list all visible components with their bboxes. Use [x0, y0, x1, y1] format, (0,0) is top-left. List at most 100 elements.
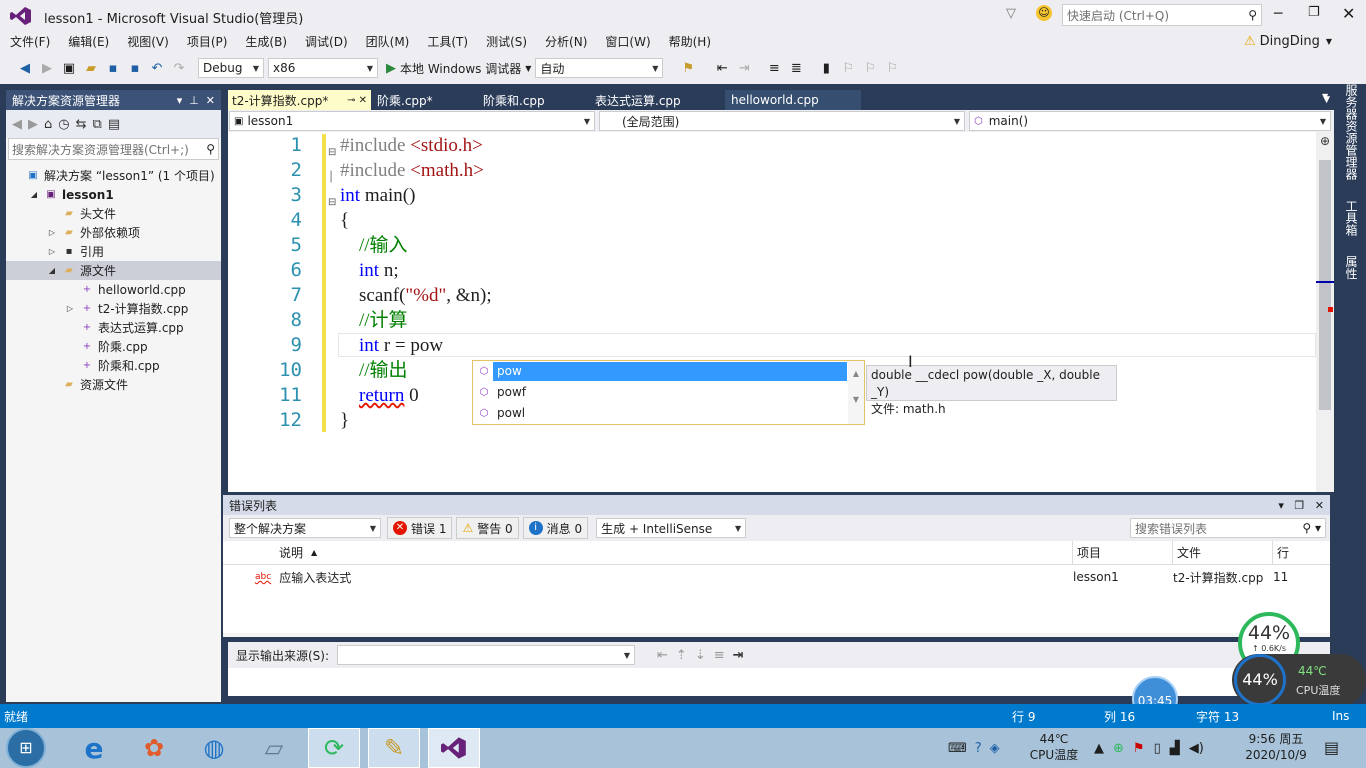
- tray-temperature[interactable]: 44℃ CPU温度: [1028, 731, 1080, 763]
- autocomplete-item[interactable]: ⬡ powf: [473, 382, 864, 403]
- app-notes-icon[interactable]: ▱: [248, 728, 300, 768]
- tab-factorial-sum[interactable]: 阶乘和.cpp: [477, 90, 589, 110]
- tray-flag-icon[interactable]: ⚑: [1133, 741, 1145, 756]
- tab-expression[interactable]: 表达式运算.cpp: [589, 90, 725, 110]
- menu-edit[interactable]: 编辑(E): [59, 32, 118, 52]
- split-icon[interactable]: ⊕: [1316, 132, 1334, 150]
- forward-icon[interactable]: ▶: [28, 117, 38, 132]
- autocomplete-popup[interactable]: ⬡ pow ⬡ powf ⬡ powl ▲ ▼: [472, 360, 865, 425]
- nav-scope-select[interactable]: (全局范围) ▼: [599, 111, 965, 131]
- tree-item[interactable]: + helloworld.cpp: [6, 280, 221, 299]
- show-hidden-icon[interactable]: ▲: [1094, 741, 1104, 756]
- indent-icon[interactable]: ⇥: [735, 59, 753, 77]
- new-project-icon[interactable]: ▣: [60, 59, 78, 77]
- menu-help[interactable]: 帮助(H): [660, 32, 720, 52]
- explorer-search-input[interactable]: 搜索解决方案资源管理器(Ctrl+;) ⚲: [8, 138, 219, 160]
- undo-icon[interactable]: ↶: [148, 59, 166, 77]
- autocomplete-item[interactable]: ⬡ pow: [473, 361, 864, 382]
- expand-toggle-icon[interactable]: ◢: [46, 266, 58, 275]
- pin-icon[interactable]: ⊸ ✕: [347, 95, 367, 106]
- back-icon[interactable]: ◀: [12, 117, 22, 132]
- menu-window[interactable]: 窗口(W): [596, 32, 659, 52]
- tab-factorial[interactable]: 阶乘.cpp*: [371, 90, 477, 110]
- tree-item[interactable]: ▷ ▪ 引用: [6, 242, 221, 261]
- rail-properties[interactable]: 属性: [1344, 256, 1358, 280]
- table-row[interactable]: abc 应输入表达式 lesson1 t2-计算指数.cpp 11: [223, 565, 1330, 589]
- comment-icon[interactable]: ≡: [765, 59, 783, 77]
- bookmark-icon[interactable]: ▮: [817, 59, 835, 77]
- tree-item[interactable]: ▣ 解决方案 “lesson1” (1 个项目): [6, 166, 221, 185]
- close-button[interactable]: ✕: [1342, 4, 1355, 23]
- scroll-thumb[interactable]: [1319, 160, 1331, 410]
- rail-overflow-icon[interactable]: ▼: [1322, 92, 1328, 101]
- output-toolbar-icons[interactable]: ⇤⇡⇣≡⇥: [657, 648, 751, 663]
- battery-icon[interactable]: ▯: [1154, 741, 1161, 756]
- col-project-header[interactable]: 项目: [1073, 540, 1173, 565]
- tab-t2[interactable]: t2-计算指数.cpp* ⊸ ✕: [228, 90, 371, 110]
- open-folder-icon[interactable]: ▰: [82, 59, 100, 77]
- redo-icon[interactable]: ↷: [170, 59, 188, 77]
- ie-icon[interactable]: e: [68, 728, 120, 768]
- nav-project-select[interactable]: ▣ lesson1 ▼: [229, 111, 595, 131]
- tree-item[interactable]: ▷ + t2-计算指数.cpp: [6, 299, 221, 318]
- next-bookmark-icon[interactable]: ⚐: [861, 59, 879, 77]
- history-icon[interactable]: ◷: [58, 117, 69, 132]
- save-icon[interactable]: ▪: [104, 59, 122, 77]
- warnings-filter-button[interactable]: ⚠ 警告 0: [456, 517, 519, 539]
- menu-project[interactable]: 项目(P): [178, 32, 237, 52]
- col-desc-header[interactable]: 说明 ▲: [223, 540, 1073, 565]
- autocomplete-item[interactable]: ⬡ powl: [473, 403, 864, 424]
- app-visual-studio-icon[interactable]: [428, 728, 480, 768]
- user-account[interactable]: ⚠ DingDing ▼: [1244, 34, 1332, 49]
- tree-item[interactable]: ▰ 资源文件: [6, 375, 221, 394]
- cpu-widget[interactable]: 44% 44℃ CPU温度: [1232, 654, 1366, 706]
- tree-item[interactable]: + 表达式运算.cpp: [6, 318, 221, 337]
- mode-select[interactable]: 自动 ▼: [535, 58, 664, 78]
- platform-select[interactable]: x86 ▼: [268, 58, 378, 78]
- tree-item[interactable]: ◢ ▣ lesson1: [6, 185, 221, 204]
- menu-tools[interactable]: 工具(T): [418, 32, 477, 52]
- home-icon[interactable]: ⌂: [44, 117, 52, 132]
- menu-file[interactable]: 文件(F): [1, 32, 59, 52]
- messages-filter-button[interactable]: i 消息 0: [522, 517, 589, 539]
- properties-icon[interactable]: ▤: [108, 117, 120, 132]
- tree-item[interactable]: ▰ 头文件: [6, 204, 221, 223]
- tree-item[interactable]: ▷ ▰ 外部依赖项: [6, 223, 221, 242]
- errors-filter-button[interactable]: ✕ 错误 1: [387, 517, 453, 539]
- rail-server-explorer[interactable]: 服务器资源管理器: [1344, 84, 1358, 180]
- start-button[interactable]: ⊞: [6, 728, 46, 768]
- restore-button[interactable]: ❐: [1308, 5, 1320, 20]
- col-file-header[interactable]: 文件: [1173, 540, 1273, 565]
- run-debugger-button[interactable]: ▶ 本地 Windows 调试器 ▼: [386, 60, 531, 77]
- tab-helloworld[interactable]: helloworld.cpp: [725, 90, 861, 110]
- forward-icon[interactable]: ▶: [38, 59, 56, 77]
- filter-icon[interactable]: ▽: [1006, 6, 1016, 21]
- build-filter-select[interactable]: 生成 + IntelliSense ▼: [596, 518, 747, 538]
- help-icon[interactable]: ?: [975, 741, 982, 756]
- autocomplete-scrollbar[interactable]: ▲ ▼: [848, 361, 864, 424]
- config-select[interactable]: Debug ▼: [198, 58, 264, 78]
- network-icon[interactable]: ▟: [1170, 741, 1180, 756]
- vertical-scrollbar[interactable]: ⊕: [1316, 132, 1334, 492]
- rail-toolbox[interactable]: 工具箱: [1344, 200, 1358, 236]
- sync-icon[interactable]: ⇆: [76, 117, 87, 132]
- error-scope-select[interactable]: 整个解决方案 ▼: [229, 518, 381, 538]
- error-search-input[interactable]: 搜索错误列表 ⚲ ▾: [1130, 518, 1326, 538]
- tree-item[interactable]: ◢ ▰ 源文件: [6, 261, 221, 280]
- code-editor[interactable]: 1 2 3 4 5 6 7 8 9 10 11 12 ⊟ │ ⊟ #include <stdio.h> #i…: [228, 132, 1334, 492]
- keyboard-icon[interactable]: ⌨: [948, 741, 967, 756]
- save-all-icon[interactable]: ▪: [126, 59, 144, 77]
- tree-item[interactable]: + 阶乘.cpp: [6, 337, 221, 356]
- uncomment-icon[interactable]: ≣: [787, 59, 805, 77]
- back-icon[interactable]: ◀: [16, 59, 34, 77]
- output-source-select[interactable]: ▼: [337, 645, 636, 665]
- col-line-header[interactable]: 行: [1273, 541, 1325, 565]
- app-paint-icon[interactable]: ✎: [368, 728, 420, 768]
- expand-toggle-icon[interactable]: ▷: [64, 304, 76, 313]
- find-icon[interactable]: ⚑: [679, 59, 697, 77]
- action-center-icon[interactable]: ▤: [1324, 738, 1339, 757]
- prev-bookmark-icon[interactable]: ⚐: [839, 59, 857, 77]
- app-browser-icon[interactable]: ◍: [188, 728, 240, 768]
- menu-test[interactable]: 测试(S): [477, 32, 536, 52]
- collapse-icon[interactable]: ⧉: [93, 117, 102, 132]
